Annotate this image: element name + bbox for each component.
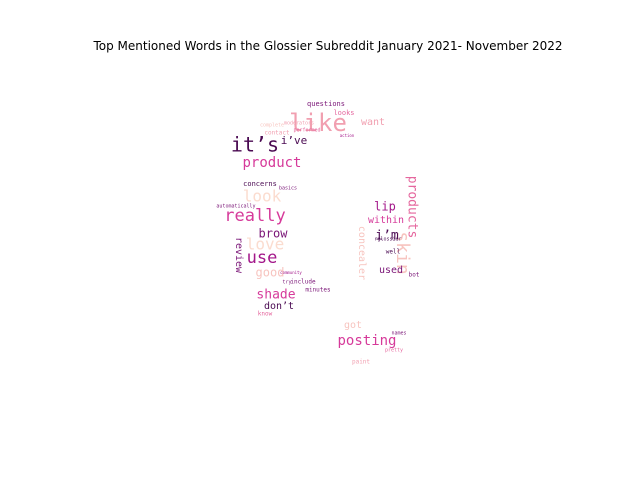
word-cloud-word: within [368,215,404,226]
word-cloud-word: try [282,280,291,286]
word-cloud-word: concerns [243,180,277,188]
word-cloud-word: pretty [385,348,403,354]
word-cloud-word: rglossier [374,237,401,243]
word-cloud-word: include [290,279,316,286]
word-cloud-word: know [258,311,273,318]
word-cloud-word: well [386,249,401,256]
word-cloud-word: performed [293,128,320,134]
word-cloud-word: products [405,176,420,239]
word-cloud-word: community [280,270,302,275]
word-cloud-word: names [391,331,406,337]
word-cloud: likeit’sproductreallyskinuselovelookpost… [216,100,420,366]
word-cloud-word: got [344,320,362,331]
word-cloud-word: lip [374,200,396,214]
word-cloud-word: want [361,117,385,128]
word-cloud-word: brow [259,227,289,241]
word-cloud-word: complete [260,123,284,129]
word-cloud-word: used [379,265,403,276]
figure: Top Mentioned Words in the Glossier Subr… [0,0,640,480]
word-cloud-word: action [340,133,355,138]
word-cloud-word: moderators [284,121,314,127]
word-cloud-word: minutes [305,287,331,294]
word-cloud-word: looks [333,109,354,117]
word-cloud-word: paint [352,359,370,366]
word-cloud-word: concealer [356,226,367,280]
word-cloud-word: questions [307,100,345,108]
word-cloud-word: basics [279,186,297,192]
word-cloud-word: contact [264,130,290,137]
word-cloud-word: product [242,155,301,171]
word-cloud-word: automatically [216,204,255,210]
word-cloud-word: review [233,237,244,274]
word-cloud-word: bot [409,272,420,279]
